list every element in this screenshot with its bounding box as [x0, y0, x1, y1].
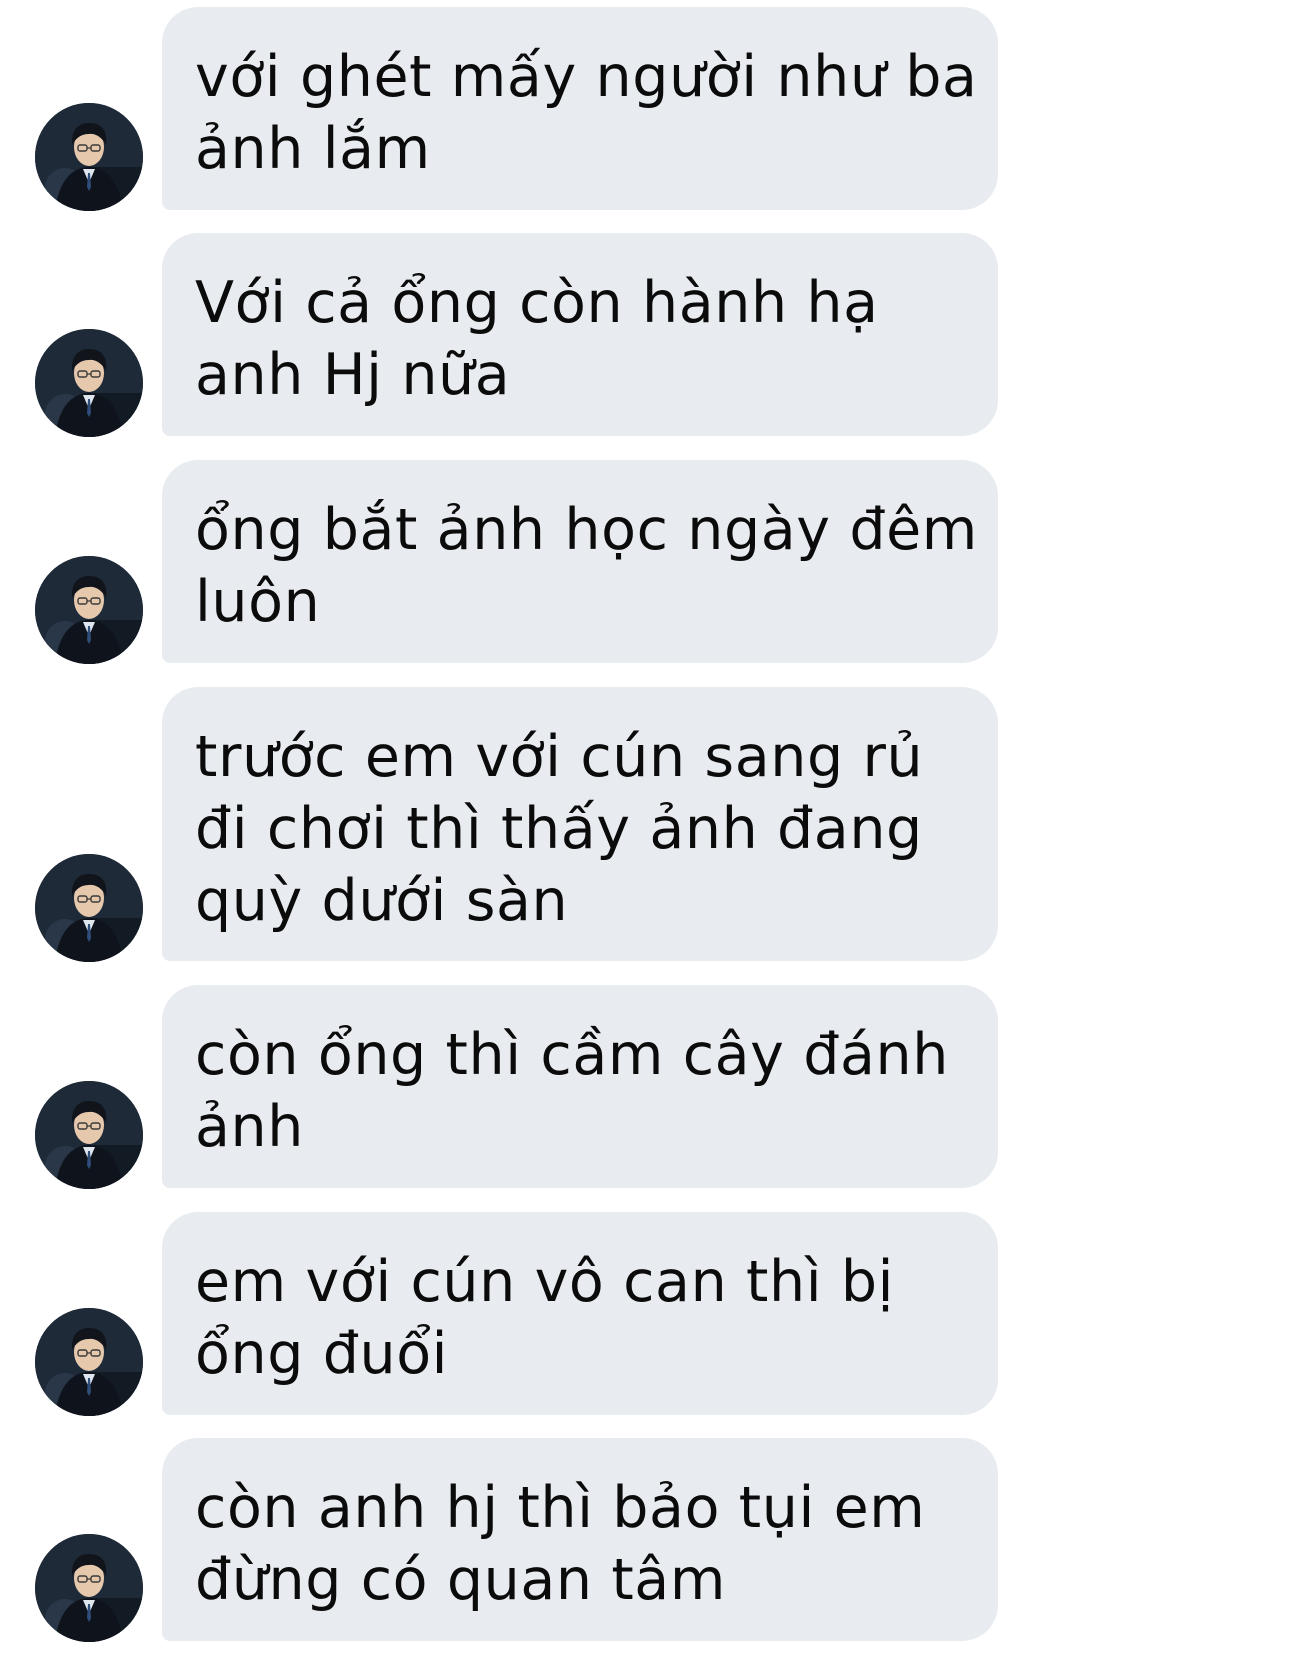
message-thread: với ghét mấy người như ba ảnh lắm Với cả…: [0, 0, 1290, 1673]
message-text: ổng bắt ảnh học ngày đêm luôn: [195, 497, 978, 635]
avatar-photo-icon: [35, 556, 143, 664]
contact-avatar-icon[interactable]: [35, 1081, 143, 1189]
message-bubble[interactable]: Với cả ổng còn hành hạ anh Hj nữa: [162, 233, 998, 436]
avatar-photo-icon: [35, 1534, 143, 1642]
avatar-photo-icon: [35, 854, 143, 962]
message-bubble[interactable]: em với cún vô can thì bị ổng đuổi: [162, 1212, 998, 1415]
message-row: em với cún vô can thì bị ổng đuổi: [0, 1212, 1290, 1416]
contact-avatar-icon[interactable]: [35, 103, 143, 211]
message-bubble[interactable]: còn ổng thì cầm cây đánh ảnh: [162, 985, 998, 1188]
message-row: trước em với cún sang rủ đi chơi thì thấ…: [0, 687, 1290, 962]
message-bubble[interactable]: trước em với cún sang rủ đi chơi thì thấ…: [162, 687, 998, 961]
contact-avatar-icon[interactable]: [35, 556, 143, 664]
avatar-photo-icon: [35, 103, 143, 211]
avatar-photo-icon: [35, 1081, 143, 1189]
message-row: Với cả ổng còn hành hạ anh Hj nữa: [0, 233, 1290, 437]
message-row: còn anh hj thì bảo tụi em đừng có quan t…: [0, 1438, 1290, 1642]
avatar-photo-icon: [35, 329, 143, 437]
message-text: trước em với cún sang rủ đi chơi thì thấ…: [195, 724, 924, 934]
message-row: với ghét mấy người như ba ảnh lắm: [0, 7, 1290, 211]
contact-avatar-icon[interactable]: [35, 1534, 143, 1642]
message-row: còn ổng thì cầm cây đánh ảnh: [0, 985, 1290, 1189]
message-text: còn ổng thì cầm cây đánh ảnh: [195, 1022, 949, 1160]
message-row: ổng bắt ảnh học ngày đêm luôn: [0, 460, 1290, 664]
contact-avatar-icon[interactable]: [35, 854, 143, 962]
avatar-photo-icon: [35, 1308, 143, 1416]
message-text: với ghét mấy người như ba ảnh lắm: [195, 44, 978, 182]
message-bubble[interactable]: với ghét mấy người như ba ảnh lắm: [162, 7, 998, 210]
message-text: em với cún vô can thì bị ổng đuổi: [195, 1249, 895, 1387]
contact-avatar-icon[interactable]: [35, 329, 143, 437]
message-bubble[interactable]: còn anh hj thì bảo tụi em đừng có quan t…: [162, 1438, 998, 1641]
contact-avatar-icon[interactable]: [35, 1308, 143, 1416]
message-bubble[interactable]: ổng bắt ảnh học ngày đêm luôn: [162, 460, 998, 663]
message-text: còn anh hj thì bảo tụi em đừng có quan t…: [195, 1475, 926, 1613]
message-text: Với cả ổng còn hành hạ anh Hj nữa: [195, 270, 879, 408]
